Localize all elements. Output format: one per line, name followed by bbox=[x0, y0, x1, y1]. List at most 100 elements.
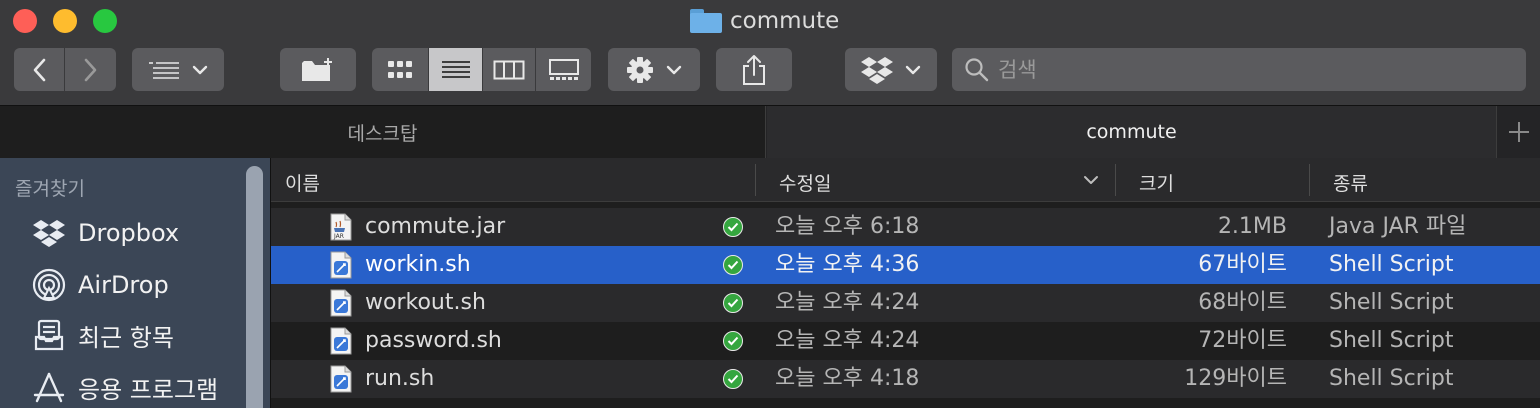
file-name: commute.jar bbox=[365, 214, 506, 239]
file-row-workout-sh[interactable]: workout.sh 오늘 오후 4:24 68바이트 Shell Script bbox=[271, 284, 1540, 322]
column-name-header[interactable]: 이름 bbox=[285, 169, 320, 196]
list-group-icon bbox=[149, 61, 179, 79]
gallery-icon bbox=[548, 58, 579, 80]
file-row-run-sh[interactable]: run.sh 오늘 오후 4:18 129바이트 Shell Script bbox=[271, 360, 1540, 398]
recents-icon bbox=[32, 318, 66, 352]
action-menu-button[interactable] bbox=[608, 48, 700, 91]
toolbar: commute bbox=[0, 0, 1540, 106]
sync-check-icon bbox=[723, 331, 743, 351]
gallery-view-button[interactable] bbox=[536, 48, 591, 91]
file-name: password.sh bbox=[365, 328, 502, 353]
new-tab-button[interactable] bbox=[1496, 106, 1540, 158]
dropbox-icon bbox=[861, 56, 893, 84]
tab-commute[interactable]: commute bbox=[767, 106, 1496, 158]
sidebar-item-label: Dropbox bbox=[78, 219, 180, 247]
sidebar-item-recents[interactable]: 최근 항목 bbox=[32, 315, 174, 355]
file-kind: Shell Script bbox=[1329, 366, 1454, 391]
column-divider[interactable] bbox=[1309, 164, 1310, 196]
script-icon bbox=[330, 365, 352, 393]
chevron-right-icon bbox=[84, 58, 96, 81]
file-name: run.sh bbox=[365, 366, 435, 391]
sync-check-icon bbox=[723, 369, 743, 389]
sync-check-icon bbox=[723, 293, 743, 313]
file-date: 오늘 오후 4:36 bbox=[775, 252, 920, 277]
close-window-button[interactable] bbox=[13, 9, 37, 33]
file-list: 이름 수정일 크기 종류 JAR commute.jar 오늘 오후 6:18 … bbox=[270, 158, 1540, 408]
list-view-button[interactable] bbox=[429, 48, 483, 91]
file-date: 오늘 오후 4:24 bbox=[775, 290, 920, 315]
sidebar-item-label: 응용 프로그램 bbox=[78, 375, 219, 404]
file-name: workin.sh bbox=[365, 252, 471, 277]
dropbox-menu-button[interactable] bbox=[845, 48, 937, 91]
column-date-header[interactable]: 수정일 bbox=[779, 169, 831, 196]
file-size: 68바이트 bbox=[1198, 290, 1287, 315]
file-size: 2.1MB bbox=[1217, 214, 1287, 239]
tab-label: 데스크탑 bbox=[347, 122, 418, 145]
sidebar-section-header: 즐겨찾기 bbox=[15, 178, 85, 200]
back-button[interactable] bbox=[14, 48, 65, 91]
sync-check-icon bbox=[723, 217, 743, 237]
tab-desktop[interactable]: 데스크탑 bbox=[0, 106, 766, 158]
tab-bar: 데스크탑 commute bbox=[0, 106, 1540, 158]
forward-button[interactable] bbox=[65, 48, 116, 91]
view-mode-selector bbox=[372, 48, 591, 91]
search-icon bbox=[965, 57, 989, 81]
grid-icon bbox=[388, 60, 412, 78]
sync-check-icon bbox=[723, 255, 743, 275]
columns-icon bbox=[493, 60, 525, 79]
sidebar-item-applications[interactable]: 응용 프로그램 bbox=[32, 367, 218, 407]
column-divider[interactable] bbox=[755, 164, 756, 196]
file-date: 오늘 오후 4:18 bbox=[775, 366, 920, 391]
group-by-button[interactable] bbox=[132, 48, 224, 91]
sidebar-item-dropbox[interactable]: Dropbox bbox=[32, 213, 179, 253]
search-field[interactable] bbox=[952, 48, 1526, 91]
sort-descending-icon[interactable] bbox=[1083, 174, 1099, 186]
file-size: 129바이트 bbox=[1184, 366, 1287, 391]
search-input[interactable] bbox=[998, 57, 1498, 82]
empty-row bbox=[271, 398, 1540, 408]
file-kind: Java JAR 파일 bbox=[1329, 214, 1467, 239]
applications-icon bbox=[32, 370, 66, 404]
chevron-down-icon bbox=[666, 65, 682, 74]
file-kind: Shell Script bbox=[1329, 290, 1454, 315]
file-name: workout.sh bbox=[365, 290, 486, 315]
script-icon bbox=[330, 327, 352, 355]
column-divider[interactable] bbox=[1115, 164, 1116, 196]
new-folder-icon bbox=[302, 57, 332, 81]
chevron-left-icon bbox=[33, 58, 46, 81]
file-size: 72바이트 bbox=[1198, 328, 1287, 353]
navigation-buttons bbox=[14, 48, 116, 91]
sidebar-scrollbar[interactable] bbox=[246, 166, 263, 408]
file-kind: Shell Script bbox=[1329, 252, 1454, 277]
share-icon bbox=[743, 54, 765, 85]
column-header: 이름 수정일 크기 종류 bbox=[271, 158, 1540, 202]
script-icon bbox=[330, 289, 352, 317]
file-date: 오늘 오후 6:18 bbox=[775, 214, 920, 239]
dropbox-icon bbox=[32, 216, 66, 250]
gear-icon bbox=[627, 56, 653, 83]
list-icon bbox=[441, 60, 470, 78]
window-title: commute bbox=[690, 5, 839, 37]
tab-label: commute bbox=[1086, 120, 1177, 143]
share-button[interactable] bbox=[716, 48, 792, 91]
file-row-commute-jar[interactable]: JAR commute.jar 오늘 오후 6:18 2.1MB Java JA… bbox=[271, 208, 1540, 246]
new-folder-button[interactable] bbox=[280, 48, 356, 91]
svg-text:JAR: JAR bbox=[333, 233, 344, 240]
file-row-password-sh[interactable]: password.sh 오늘 오후 4:24 72바이트 Shell Scrip… bbox=[271, 322, 1540, 360]
minimize-window-button[interactable] bbox=[53, 9, 77, 33]
chevron-down-icon bbox=[905, 65, 921, 74]
jar-icon: JAR bbox=[330, 213, 352, 241]
file-date: 오늘 오후 4:24 bbox=[775, 328, 920, 353]
column-kind-header[interactable]: 종류 bbox=[1333, 169, 1368, 196]
file-kind: Shell Script bbox=[1329, 328, 1454, 353]
sidebar: 즐겨찾기 Dropbox AirDrop 최근 항목 응용 프로그램 bbox=[0, 158, 270, 408]
sidebar-item-label: 최근 항목 bbox=[78, 323, 174, 352]
sidebar-item-airdrop[interactable]: AirDrop bbox=[32, 265, 169, 305]
zoom-window-button[interactable] bbox=[93, 9, 117, 33]
icon-view-button[interactable] bbox=[372, 48, 429, 91]
folder-icon bbox=[690, 9, 722, 33]
file-row-workin-sh[interactable]: workin.sh 오늘 오후 4:36 67바이트 Shell Script bbox=[271, 246, 1540, 284]
column-size-header[interactable]: 크기 bbox=[1139, 169, 1174, 196]
airdrop-icon bbox=[32, 268, 66, 302]
column-view-button[interactable] bbox=[483, 48, 536, 91]
